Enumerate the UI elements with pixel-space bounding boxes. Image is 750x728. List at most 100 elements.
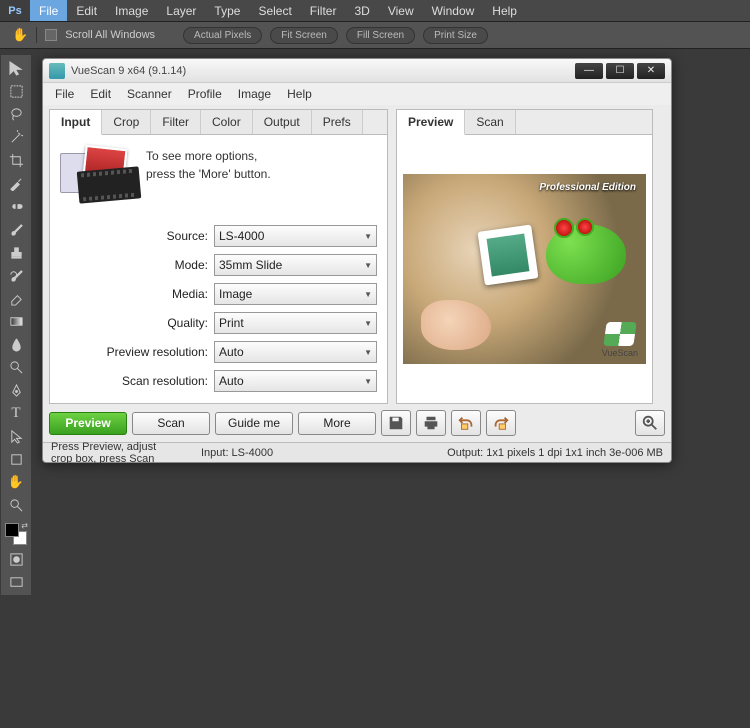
quickmask-icon[interactable] (5, 550, 27, 568)
settings-tabs: Input Crop Filter Color Output Prefs (50, 110, 387, 135)
preview-res-select[interactable]: Auto▼ (214, 341, 377, 363)
brush-tool-icon[interactable] (5, 220, 27, 238)
right-panel: Preview Scan Professional Edition VueSca… (396, 109, 653, 404)
media-select[interactable]: Image▼ (214, 283, 377, 305)
ps-menu: File Edit Image Layer Type Select Filter… (30, 0, 526, 21)
ps-menu-file[interactable]: File (30, 0, 67, 21)
chevron-down-icon: ▼ (364, 290, 372, 299)
crop-tool-icon[interactable] (5, 151, 27, 169)
vs-menu-scanner[interactable]: Scanner (119, 84, 180, 104)
left-panel: Input Crop Filter Color Output Prefs To … (49, 109, 388, 404)
vuescan-app-icon (49, 63, 65, 79)
status-input: Input: LS-4000 (201, 447, 273, 459)
gradient-tool-icon[interactable] (5, 312, 27, 330)
guide-button[interactable]: Guide me (215, 412, 293, 435)
tab-color[interactable]: Color (201, 110, 253, 134)
scroll-all-checkbox[interactable] (45, 29, 57, 41)
tab-preview[interactable]: Preview (397, 110, 465, 135)
button-row: Preview Scan Guide me More (43, 404, 671, 442)
eyedropper-tool-icon[interactable] (5, 174, 27, 192)
swap-colors-icon[interactable]: ⇄ (21, 521, 28, 530)
ps-menu-help[interactable]: Help (483, 0, 526, 21)
dodge-tool-icon[interactable] (5, 358, 27, 376)
ps-menu-view[interactable]: View (379, 0, 423, 21)
more-button[interactable]: More (298, 412, 376, 435)
foreground-color-swatch[interactable] (5, 523, 19, 537)
zoom-icon-button[interactable] (635, 410, 665, 436)
hand-tool-icon[interactable]: ✋ (5, 473, 27, 491)
marquee-tool-icon[interactable] (5, 82, 27, 100)
minimize-button[interactable]: — (575, 63, 603, 79)
preview-area[interactable]: Professional Edition VueScan (397, 168, 652, 370)
tab-prefs[interactable]: Prefs (312, 110, 363, 134)
blur-tool-icon[interactable] (5, 335, 27, 353)
shape-tool-icon[interactable] (5, 450, 27, 468)
ps-menu-window[interactable]: Window (423, 0, 484, 21)
vs-menu-edit[interactable]: Edit (82, 84, 119, 104)
preview-button[interactable]: Preview (49, 412, 127, 435)
quality-select[interactable]: Print▼ (214, 312, 377, 334)
window-titlebar[interactable]: VueScan 9 x64 (9.1.14) — ☐ ✕ (43, 59, 671, 83)
save-icon-button[interactable] (381, 410, 411, 436)
history-brush-tool-icon[interactable] (5, 266, 27, 284)
move-tool-icon[interactable] (5, 59, 27, 77)
hint-graphic-icon (56, 147, 136, 209)
print-size-button[interactable]: Print Size (423, 27, 488, 44)
preview-res-label: Preview resolution: (54, 345, 214, 359)
ps-tool-palette: T ✋ ⇄ (1, 55, 31, 595)
hand-tool-icon[interactable]: ✋ (12, 27, 28, 43)
vs-menu-image[interactable]: Image (230, 84, 279, 104)
source-select[interactable]: LS-4000▼ (214, 225, 377, 247)
chevron-down-icon: ▼ (364, 319, 372, 328)
vs-menu-help[interactable]: Help (279, 84, 320, 104)
tab-filter[interactable]: Filter (151, 110, 201, 134)
ps-menu-select[interactable]: Select (249, 0, 300, 21)
maximize-button[interactable]: ☐ (606, 63, 634, 79)
tab-output[interactable]: Output (253, 110, 312, 134)
tab-input[interactable]: Input (50, 110, 102, 135)
vs-menu-profile[interactable]: Profile (180, 84, 230, 104)
healing-tool-icon[interactable] (5, 197, 27, 215)
tab-scan[interactable]: Scan (465, 110, 515, 134)
media-label: Media: (54, 287, 214, 301)
ps-menu-image[interactable]: Image (106, 0, 157, 21)
actual-pixels-button[interactable]: Actual Pixels (183, 27, 262, 44)
color-swatch[interactable]: ⇄ (5, 523, 27, 545)
tab-crop[interactable]: Crop (102, 110, 151, 134)
ps-menu-type[interactable]: Type (205, 0, 249, 21)
preview-image: Professional Edition VueScan (403, 174, 646, 364)
chevron-down-icon: ▼ (364, 232, 372, 241)
fill-screen-button[interactable]: Fill Screen (346, 27, 415, 44)
wand-tool-icon[interactable] (5, 128, 27, 146)
pen-tool-icon[interactable] (5, 381, 27, 399)
lasso-tool-icon[interactable] (5, 105, 27, 123)
chevron-down-icon: ▼ (364, 377, 372, 386)
hint-text: To see more options, press the 'More' bu… (146, 147, 271, 209)
zoom-tool-icon[interactable] (5, 496, 27, 514)
ps-menu-bar: Ps File Edit Image Layer Type Select Fil… (0, 0, 750, 22)
ps-menu-edit[interactable]: Edit (67, 0, 106, 21)
chevron-down-icon: ▼ (364, 348, 372, 357)
vs-menu-file[interactable]: File (47, 84, 82, 104)
ps-menu-layer[interactable]: Layer (157, 0, 205, 21)
scan-button[interactable]: Scan (132, 412, 210, 435)
screenmode-icon[interactable] (5, 573, 27, 591)
hint-line1: To see more options, (146, 147, 271, 165)
ps-menu-3d[interactable]: 3D (345, 0, 378, 21)
mode-select[interactable]: 35mm Slide▼ (214, 254, 377, 276)
status-bar: Press Preview, adjust crop box, press Sc… (43, 442, 671, 462)
ps-menu-filter[interactable]: Filter (301, 0, 346, 21)
path-select-tool-icon[interactable] (5, 427, 27, 445)
fit-screen-button[interactable]: Fit Screen (270, 27, 338, 44)
rotate-right-icon-button[interactable] (486, 410, 516, 436)
rotate-left-icon-button[interactable] (451, 410, 481, 436)
scan-res-select[interactable]: Auto▼ (214, 370, 377, 392)
close-button[interactable]: ✕ (637, 63, 665, 79)
scan-res-label: Scan resolution: (54, 374, 214, 388)
vuescan-menu-bar: File Edit Scanner Profile Image Help (43, 83, 671, 105)
print-icon-button[interactable] (416, 410, 446, 436)
eraser-tool-icon[interactable] (5, 289, 27, 307)
type-tool-icon[interactable]: T (5, 404, 27, 422)
vuescan-window: VueScan 9 x64 (9.1.14) — ☐ ✕ File Edit S… (42, 58, 672, 463)
stamp-tool-icon[interactable] (5, 243, 27, 261)
